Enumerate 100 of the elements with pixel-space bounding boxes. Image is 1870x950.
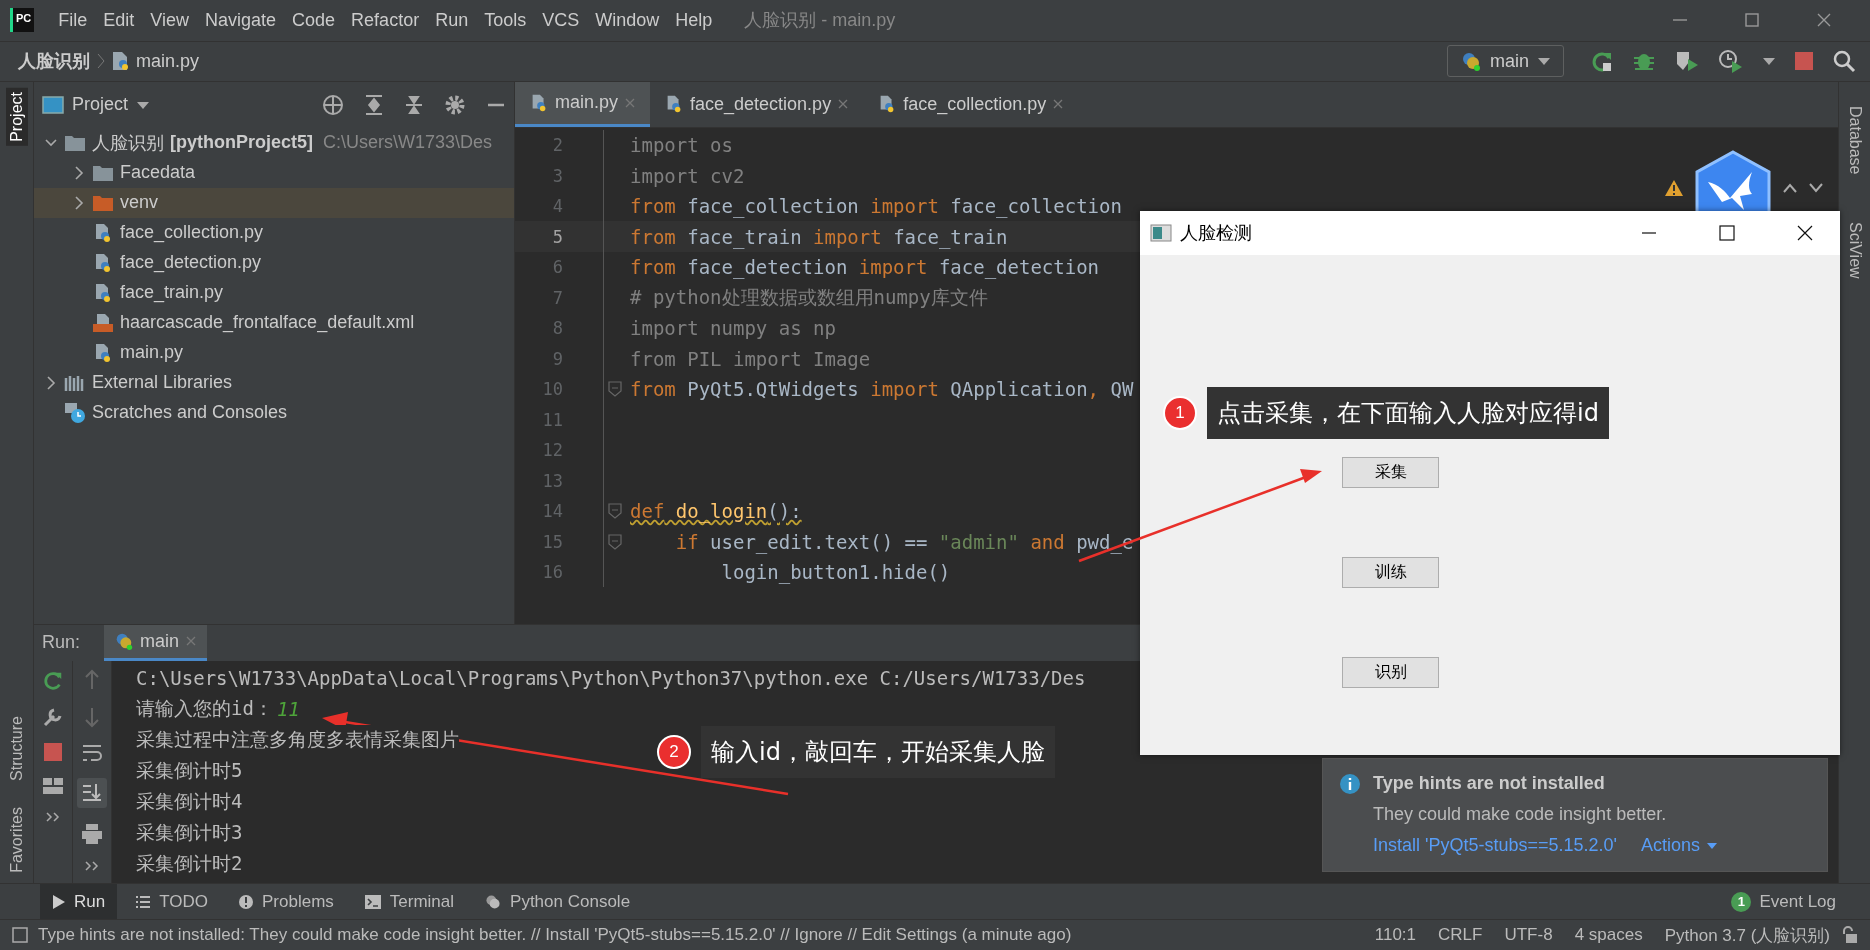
- code-text: import os: [630, 134, 733, 157]
- tree-item[interactable]: face_detection.py: [34, 247, 514, 278]
- tree-item[interactable]: 人脸识别 [pythonProject5] C:\Users\W1733\Des: [34, 127, 514, 158]
- process-tab[interactable]: main: [104, 624, 208, 661]
- status-message[interactable]: Type hints are not installed: They could make code insight better. // Install 'PyQt5-stubs==5.15.2.0' // Ignore // Edit Settings (a minute ago): [38, 925, 1072, 946]
- code-text: from PIL import Image: [630, 347, 871, 370]
- tree-item[interactable]: Scratches and Consoles: [34, 397, 514, 428]
- close-icon[interactable]: [1796, 224, 1814, 242]
- line-number: 8: [551, 318, 563, 339]
- menu-item[interactable]: File: [50, 9, 96, 31]
- line-number: 5: [551, 226, 563, 247]
- chevron-right-icon[interactable]: [44, 374, 58, 391]
- tree-item[interactable]: face_collection.py: [34, 217, 514, 248]
- collapse-all-icon[interactable]: [404, 93, 424, 116]
- tool-window-tab[interactable]: Python Console: [472, 884, 643, 920]
- tool-window-tab[interactable]: Run: [40, 884, 118, 920]
- tree-item[interactable]: face_train.py: [34, 277, 514, 308]
- status-item[interactable]: 110:1: [1374, 925, 1417, 946]
- terminal-icon: [363, 893, 382, 910]
- chevron-right-icon[interactable]: [72, 164, 86, 181]
- rerun-icon[interactable]: [1590, 49, 1614, 74]
- line-number: 7: [551, 287, 563, 308]
- soft-wrap-icon[interactable]: [81, 742, 103, 763]
- status-item[interactable]: 4 spaces: [1574, 925, 1643, 946]
- event-log-button[interactable]: 1 Event Log: [1731, 891, 1836, 912]
- lock-icon[interactable]: [1840, 926, 1858, 945]
- status-item[interactable]: CRLF: [1438, 925, 1483, 946]
- menu-item[interactable]: VCS: [534, 9, 588, 31]
- tree-item[interactable]: Facedata: [34, 157, 514, 188]
- fold-icon[interactable]: [608, 381, 622, 398]
- tool-window-tab[interactable]: Structure: [5, 712, 28, 786]
- line-number: 10: [541, 379, 563, 400]
- tree-item[interactable]: venv: [34, 187, 514, 218]
- code-text: import numpy as np: [630, 317, 836, 340]
- menu-item[interactable]: Edit: [95, 9, 143, 31]
- menu-item[interactable]: Refactor: [343, 9, 428, 31]
- scroll-to-end-icon[interactable]: [77, 777, 107, 808]
- menu-item[interactable]: Tools: [476, 9, 535, 31]
- profile-icon[interactable]: [1718, 49, 1744, 74]
- more-icon[interactable]: [84, 859, 100, 872]
- line-number: 6: [551, 257, 563, 278]
- expand-all-icon[interactable]: [364, 93, 384, 116]
- count-badge: 1: [1731, 891, 1752, 912]
- python-icon: [114, 631, 135, 652]
- run-config-dropdown[interactable]: main: [1447, 45, 1564, 78]
- caret-icon[interactable]: [136, 99, 151, 110]
- stop-icon[interactable]: [44, 742, 62, 761]
- menu-item[interactable]: Window: [587, 9, 668, 31]
- caret-icon[interactable]: [1762, 56, 1776, 67]
- maximize-icon[interactable]: [1718, 224, 1736, 242]
- code-text: from face_train import face_train: [630, 225, 1008, 248]
- xml-file-icon: [92, 312, 114, 333]
- layout-icon[interactable]: [42, 775, 64, 796]
- menu-item[interactable]: Navigate: [197, 9, 285, 31]
- fold-icon[interactable]: [608, 503, 622, 520]
- dialog-button[interactable]: 识别: [1342, 657, 1439, 688]
- breadcrumb-item[interactable]: 人脸识别: [18, 49, 90, 74]
- tool-window-tab[interactable]: TODO: [123, 884, 220, 920]
- tool-window-tab[interactable]: Project: [5, 87, 28, 146]
- editor-tab[interactable]: face_collection.py: [863, 81, 1079, 127]
- editor-tab[interactable]: face_detection.py: [650, 81, 864, 127]
- tree-item[interactable]: haarcascade_frontalface_default.xml: [34, 307, 514, 338]
- settings-icon[interactable]: [444, 93, 466, 116]
- print-icon[interactable]: [81, 822, 103, 845]
- fold-icon[interactable]: [608, 533, 622, 550]
- tool-window-tab[interactable]: Database: [1843, 101, 1866, 179]
- chevron-up-icon[interactable]: [1782, 181, 1798, 194]
- menu-item[interactable]: Help: [667, 9, 721, 31]
- line-number: 15: [541, 531, 563, 552]
- tree-item[interactable]: External Libraries: [34, 367, 514, 398]
- tree-item[interactable]: main.py: [34, 337, 514, 368]
- locate-icon[interactable]: [322, 93, 344, 116]
- chevron-down-icon[interactable]: [1808, 181, 1824, 194]
- more-icon[interactable]: [45, 810, 61, 823]
- chevron-right-icon[interactable]: [72, 194, 86, 211]
- status-item[interactable]: UTF-8: [1504, 925, 1553, 946]
- panel-title[interactable]: Project: [72, 94, 129, 116]
- menu-item[interactable]: View: [142, 9, 198, 31]
- warning-icon[interactable]: [1664, 178, 1684, 197]
- status-item[interactable]: Python 3.7 (人脸识别): [1664, 923, 1830, 947]
- editor-tab[interactable]: main.py: [515, 81, 651, 127]
- tool-window-tab[interactable]: SciView: [1843, 218, 1866, 283]
- coverage-icon[interactable]: [1674, 49, 1700, 74]
- tool-window-tab[interactable]: Favorites: [5, 803, 28, 878]
- python-icon: [1460, 50, 1482, 73]
- menu-item[interactable]: Run: [427, 9, 477, 31]
- dialog-button[interactable]: 采集: [1342, 457, 1439, 488]
- stop-icon[interactable]: [1794, 51, 1814, 72]
- dialog-button[interactable]: 训练: [1342, 557, 1439, 588]
- panel-toggle-icon[interactable]: [12, 927, 28, 944]
- window-title: 人脸识别 - main.py: [744, 9, 896, 33]
- caret-icon[interactable]: [1706, 841, 1719, 850]
- search-icon[interactable]: [1832, 49, 1856, 74]
- breadcrumb-item[interactable]: main.py: [136, 50, 200, 72]
- line-number: 2: [551, 135, 563, 156]
- tool-window-tab[interactable]: Terminal: [351, 884, 467, 920]
- menu-item[interactable]: Code: [284, 9, 344, 31]
- event-log-label[interactable]: Event Log: [1759, 891, 1836, 912]
- tool-window-tab[interactable]: Problems: [226, 884, 346, 920]
- python-icon: [484, 892, 503, 911]
